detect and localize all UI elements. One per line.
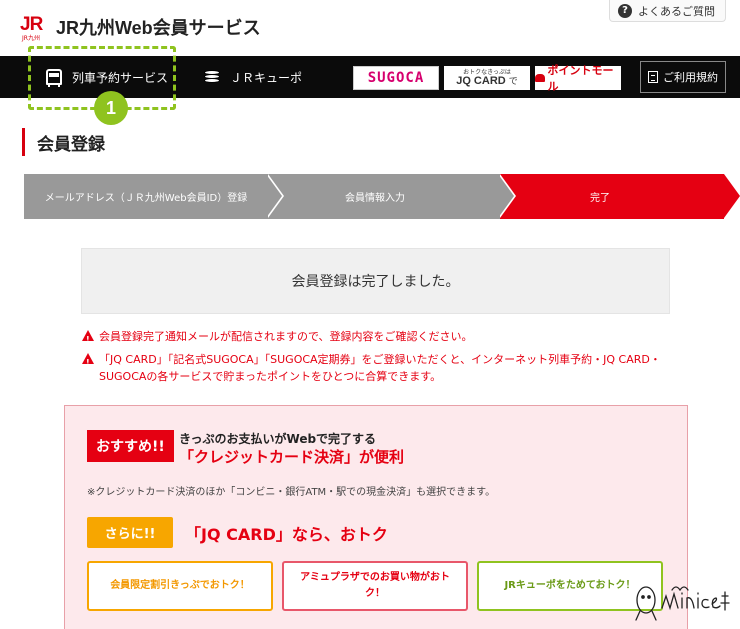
step-member-info: 会員情報入力 xyxy=(250,174,500,219)
notice-item: 会員登録完了通知メールが配信されますので、登録内容をご確認ください。 xyxy=(82,328,662,348)
jq-card-label: JQ CARD で xyxy=(456,74,518,87)
progress-steps: 完了 会員情報入力 メールアドレス（ＪＲ九州Web会員ID）登録 xyxy=(24,174,740,219)
warning-icon xyxy=(82,330,94,348)
coins-icon xyxy=(204,70,220,84)
recommend-badge: おすすめ!! xyxy=(87,430,174,462)
page-title: 会員登録 xyxy=(22,128,105,156)
jr-logo-letters: JR xyxy=(20,14,43,35)
question-icon: ? xyxy=(618,3,632,18)
faq-link[interactable]: ? よくあるご質問 xyxy=(609,0,726,22)
annotation-step-number: 1 xyxy=(94,91,128,125)
point-mall-label: ポイントモール xyxy=(547,64,614,93)
jq-card-suffix: で xyxy=(508,75,518,86)
jr-logo-mark: JR JR九州 xyxy=(20,14,48,42)
moreover-badge: さらに!! xyxy=(87,517,173,548)
step-email: メールアドレス（ＪＲ九州Web会員ID）登録 xyxy=(24,174,268,219)
step-label: メールアドレス（ＪＲ九州Web会員ID）登録 xyxy=(44,193,248,204)
promo-lead: きっぷのお支払いがWebで完了する xyxy=(179,432,377,446)
terms-button[interactable]: ご利用規約 xyxy=(640,61,726,93)
promo-headline: 「クレジットカード決済」が便利 xyxy=(179,448,405,466)
sugoca-link[interactable]: SUGOCA xyxy=(353,66,439,90)
jq-card-link[interactable]: おトクなきっぷは JQ CARD で xyxy=(444,66,530,90)
step-arrow xyxy=(498,174,514,218)
jr-logo-sub: JR九州 xyxy=(22,35,40,42)
faq-label: よくあるご質問 xyxy=(638,4,715,18)
warning-icon xyxy=(82,353,94,371)
document-icon xyxy=(648,71,658,83)
step-label: 会員情報入力 xyxy=(345,193,405,204)
promo-note: ※クレジットカード決済のほか「コンビニ・銀行ATM・駅での現金決済」も選択できま… xyxy=(87,487,496,498)
site-logo[interactable]: JR JR九州 JR九州Web会員サービス xyxy=(20,14,261,42)
step-label: 完了 xyxy=(590,193,610,204)
point-mall-link[interactable]: ポイントモール xyxy=(535,64,621,93)
terms-label: ご利用規約 xyxy=(663,71,718,84)
step-arrow xyxy=(724,174,740,218)
promo-panel: おすすめ!! きっぷのお支払いがWebで完了する 「クレジットカード決済」が便利… xyxy=(64,405,688,629)
site-title: JR九州Web会員サービス xyxy=(56,18,261,38)
jq-card-name: JQ CARD xyxy=(456,74,506,87)
amu-plaza-button[interactable]: アミュプラザでのお買い物がおトク！ xyxy=(282,561,468,611)
notice-text: 「JQ CARD」「記名式SUGOCA」「SUGOCA定期券」をご登録いただくと… xyxy=(99,353,661,383)
shop-icon xyxy=(535,74,545,82)
notice-item: 「JQ CARD」「記名式SUGOCA」「SUGOCA定期券」をご登録いただくと… xyxy=(82,351,666,385)
nav-item-jr-qpo[interactable]: ＪＲキューポ xyxy=(200,56,302,98)
complete-message-box: 会員登録は完了しました。 xyxy=(81,248,670,314)
complete-message: 会員登録は完了しました。 xyxy=(291,274,460,290)
step-arrow xyxy=(266,174,282,218)
discount-ticket-button[interactable]: 会員限定割引きっぷでおトク！ xyxy=(87,561,273,611)
nav-item-label: ＪＲキューポ xyxy=(230,70,303,85)
jq-card-headline: 「JQ CARD」なら、おトク xyxy=(185,525,388,544)
notice-text: 会員登録完了通知メールが配信されますので、登録内容をご確認ください。 xyxy=(99,330,473,343)
watermark-signature xyxy=(635,586,730,621)
